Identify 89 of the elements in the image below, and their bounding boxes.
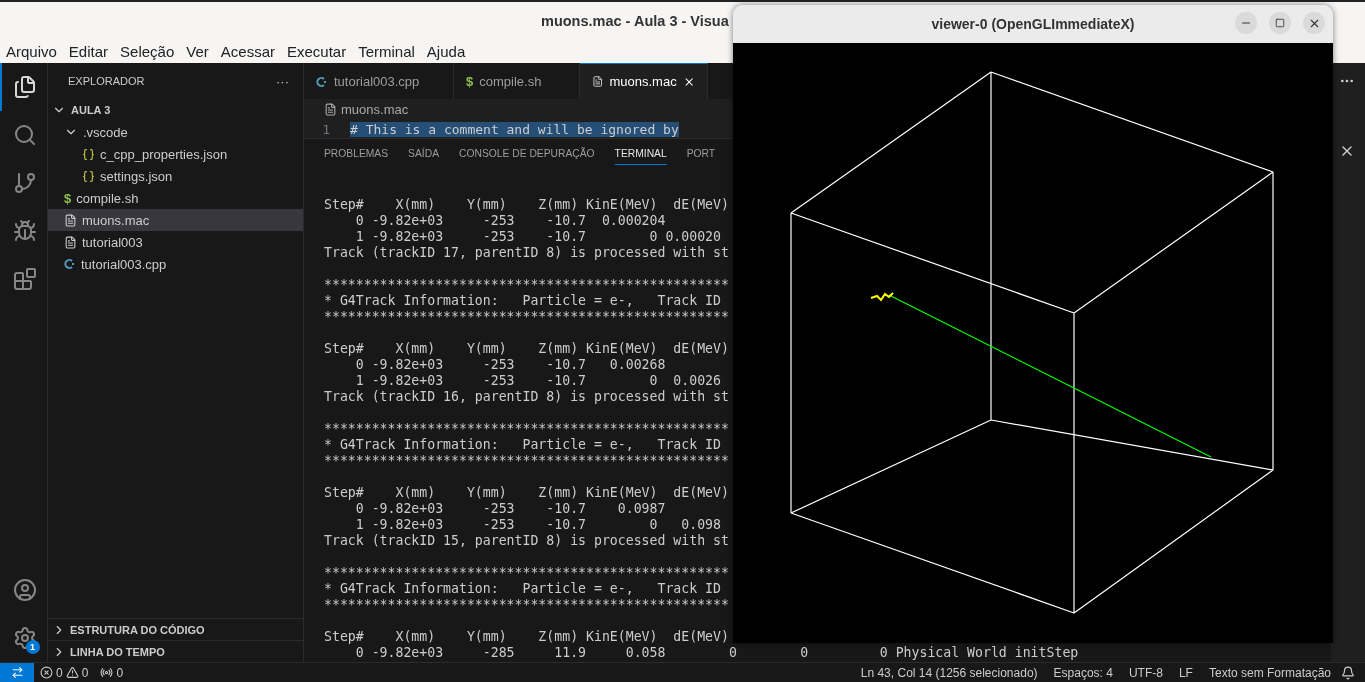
folder-item[interactable]: AULA 3 [48, 99, 303, 121]
file-item[interactable]: c_cpp_properties.json [48, 143, 303, 165]
run-debug-icon[interactable] [12, 219, 37, 243]
account-icon[interactable] [12, 578, 37, 602]
status-item[interactable]: UTF-8 [1122, 665, 1169, 680]
file-item[interactable]: tutorial003.cpp [48, 253, 303, 275]
error-count[interactable]: 0 [56, 665, 63, 680]
breadcrumb[interactable]: muons.mac [341, 102, 409, 117]
sidebar-title: EXPLORADOR [68, 75, 145, 87]
settings-icon[interactable] [12, 626, 37, 650]
status-item[interactable]: LF [1172, 665, 1199, 680]
menu-item[interactable]: Editar [68, 43, 109, 60]
notification-badge: 1 [25, 640, 40, 654]
error-icon [40, 666, 53, 679]
text-file-icon [64, 213, 77, 227]
panel-tab[interactable]: SAÍDA [408, 141, 439, 165]
maximize-icon [1275, 18, 1285, 28]
menu-item[interactable]: Ajuda [426, 43, 466, 60]
close-button[interactable] [1303, 12, 1325, 34]
json-file-icon [82, 169, 95, 183]
dollar-icon: $ [64, 190, 72, 206]
terminal-line: Step# X(mm) Y(mm) Z(mm) KinE(MeV) dE(MeV) [324, 629, 729, 645]
terminal-line: *************************************************** [324, 565, 729, 581]
panel-tab[interactable]: CONSOLE DE DEPURAÇÃO [459, 141, 595, 165]
terminal-line: *************************************************** [324, 453, 729, 469]
warning-icon [65, 666, 79, 679]
terminal-line: *************************************************** [324, 421, 729, 437]
editor-tab[interactable]: muons.mac [580, 63, 708, 99]
cpp-file-icon [64, 258, 76, 270]
terminal-line: *************************************************** [324, 277, 729, 293]
warning-count[interactable]: 0 [81, 665, 89, 680]
window-title: muons.mac - Aula 3 - Visua [541, 13, 729, 29]
terminal-line: Step# X(mm) Y(mm) Z(mm) KinE(MeV) dE(MeV) [324, 485, 729, 501]
terminal-line: 0 -9.82e+03 -253 -10.7 0.0987 [354, 501, 666, 517]
cpp-file-icon [316, 75, 328, 88]
section-header[interactable]: ESTRUTURA DO CÓDIGO [48, 618, 303, 640]
bell-icon[interactable] [1341, 665, 1355, 680]
terminal-line: *************************************************** [324, 309, 729, 325]
menu-item[interactable]: Arquivo [6, 43, 57, 60]
folder-item[interactable]: .vscode [48, 121, 303, 143]
remote-button[interactable] [0, 662, 34, 682]
file-item[interactable]: muons.mac [48, 209, 303, 231]
ports-count[interactable]: 0 [116, 665, 124, 680]
status-item[interactable]: Espaços: 4 [1047, 665, 1119, 680]
panel-tab[interactable]: PROBLEMAS [324, 141, 389, 165]
text-file-icon [592, 75, 604, 88]
window-title: viewer-0 (OpenGLImmediateX) [931, 16, 1135, 32]
files-icon[interactable] [12, 75, 37, 99]
terminal-line: 0 -9.82e+03 -253 -10.7 0.000204 [354, 213, 666, 229]
panel-tab[interactable]: PORT [686, 141, 716, 165]
text-file-icon [324, 103, 337, 116]
terminal-line: Step# X(mm) Y(mm) Z(mm) KinE(MeV) dE(MeV) [324, 341, 729, 357]
terminal-line: 1 -9.82e+03 -253 -10.7 0 0.0026 [354, 373, 721, 389]
terminal-line: 0 -9.82e+03 -253 -10.7 0.00268 [354, 357, 666, 373]
terminal-line: Track (trackID 15, parentID 8) is processed with st [324, 533, 729, 549]
text-file-icon [64, 235, 77, 249]
menu-item[interactable]: Seleção [120, 43, 175, 60]
dollar-icon: $ [466, 74, 474, 89]
particle-shower [870, 292, 894, 302]
terminal-line: *************************************************** [324, 597, 729, 613]
json-file-icon [82, 147, 95, 161]
file-item[interactable]: settings.json [48, 165, 303, 187]
search-icon[interactable] [12, 123, 37, 147]
terminal-line: 0 -9.82e+03 -285 11.9 0.058 0 0 0 Physical World initStep [354, 645, 1079, 661]
branch-icon[interactable] [12, 171, 37, 195]
terminal-line: Track (trackID 16, parentID 8) is processed with st [324, 389, 729, 405]
menu-item[interactable]: Executar [286, 43, 347, 60]
minimize-button[interactable] [1235, 12, 1257, 34]
terminal-line: Step# X(mm) Y(mm) Z(mm) KinE(MeV) dE(MeV) [324, 197, 729, 213]
maximize-button[interactable] [1269, 12, 1291, 34]
terminal-line: * G4Track Information: Particle = e-, Track ID [324, 437, 721, 453]
file-item[interactable]: $ compile.sh [48, 187, 303, 209]
terminal-line: * G4Track Information: Particle = e-, Track ID [324, 293, 721, 309]
status-item[interactable]: Texto sem Formatação [1202, 665, 1337, 680]
status-item[interactable]: Ln 43, Col 14 (1256 selecionado) [854, 665, 1044, 680]
menu-item[interactable]: Acessar [220, 43, 275, 60]
more-button[interactable]: ··· [276, 73, 289, 89]
menu-item[interactable]: Terminal [358, 43, 415, 60]
file-item[interactable]: tutorial003 [48, 231, 303, 253]
line-number: 1 [321, 121, 331, 137]
panel-tab[interactable]: TERMINAL [614, 141, 667, 165]
remote-icon [10, 666, 24, 679]
terminal-line: Track (trackID 17, parentID 8) is processed with st [324, 245, 729, 261]
menu-item[interactable]: Ver [186, 43, 209, 60]
terminal-line: 1 -9.82e+03 -253 -10.7 0 0.00020 [354, 229, 721, 245]
terminal-line: * G4Track Information: Particle = e-, Track ID [324, 581, 721, 597]
broadcast-icon [100, 666, 114, 679]
terminal-line: 1 -9.82e+03 -253 -10.7 0 0.098 [354, 517, 721, 533]
extensions-icon[interactable] [12, 267, 37, 291]
